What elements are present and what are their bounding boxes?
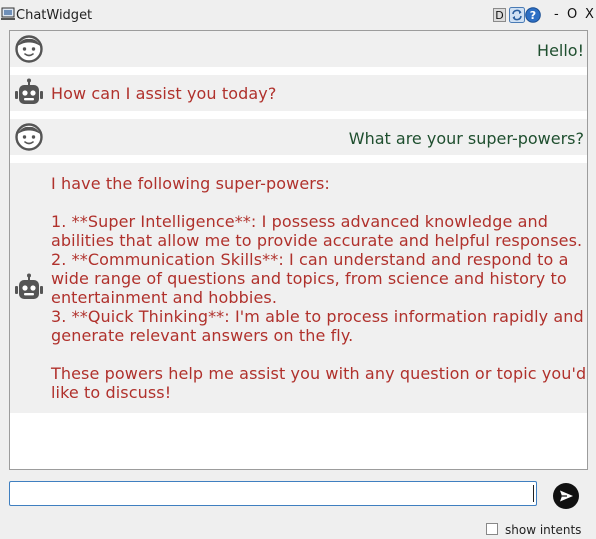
robot-icon bbox=[15, 273, 43, 299]
message-user: What are your super-powers? bbox=[10, 119, 587, 155]
user-face-icon bbox=[15, 35, 43, 63]
message-text: What are your super-powers? bbox=[348, 129, 584, 148]
title-bar: ChatWidget D ? - O X bbox=[0, 0, 596, 30]
show-intents-checkbox[interactable] bbox=[486, 523, 498, 535]
message-separator bbox=[10, 111, 587, 119]
message-text: How can I assist you today? bbox=[51, 84, 277, 103]
window-title: ChatWidget bbox=[16, 8, 93, 23]
message-user: Hello! bbox=[10, 31, 587, 67]
message-bot: How can I assist you today? bbox=[10, 75, 587, 111]
message-text: I have the following super-powers: 1. **… bbox=[51, 174, 587, 402]
user-face-icon bbox=[15, 123, 43, 151]
maximize-button[interactable]: O bbox=[567, 7, 577, 22]
minimize-button[interactable]: - bbox=[554, 7, 559, 22]
help-icon[interactable]: ? bbox=[525, 7, 541, 23]
close-button[interactable]: X bbox=[585, 7, 594, 22]
message-input[interactable] bbox=[9, 481, 537, 506]
send-arrow-icon[interactable] bbox=[552, 482, 580, 510]
show-intents-label: show intents bbox=[505, 523, 582, 537]
message-separator bbox=[10, 67, 587, 75]
chat-history[interactable]: Hello! How can I assist you today? What … bbox=[9, 30, 588, 470]
message-separator bbox=[10, 155, 587, 163]
message-bot: I have the following super-powers: 1. **… bbox=[10, 163, 587, 413]
refresh-icon[interactable] bbox=[509, 7, 525, 23]
svg-text:?: ? bbox=[530, 9, 536, 22]
app-window-icon bbox=[1, 7, 15, 20]
text-caret bbox=[533, 485, 534, 502]
message-text: Hello! bbox=[537, 41, 584, 60]
robot-icon bbox=[15, 78, 43, 104]
d-button[interactable]: D bbox=[493, 8, 506, 22]
